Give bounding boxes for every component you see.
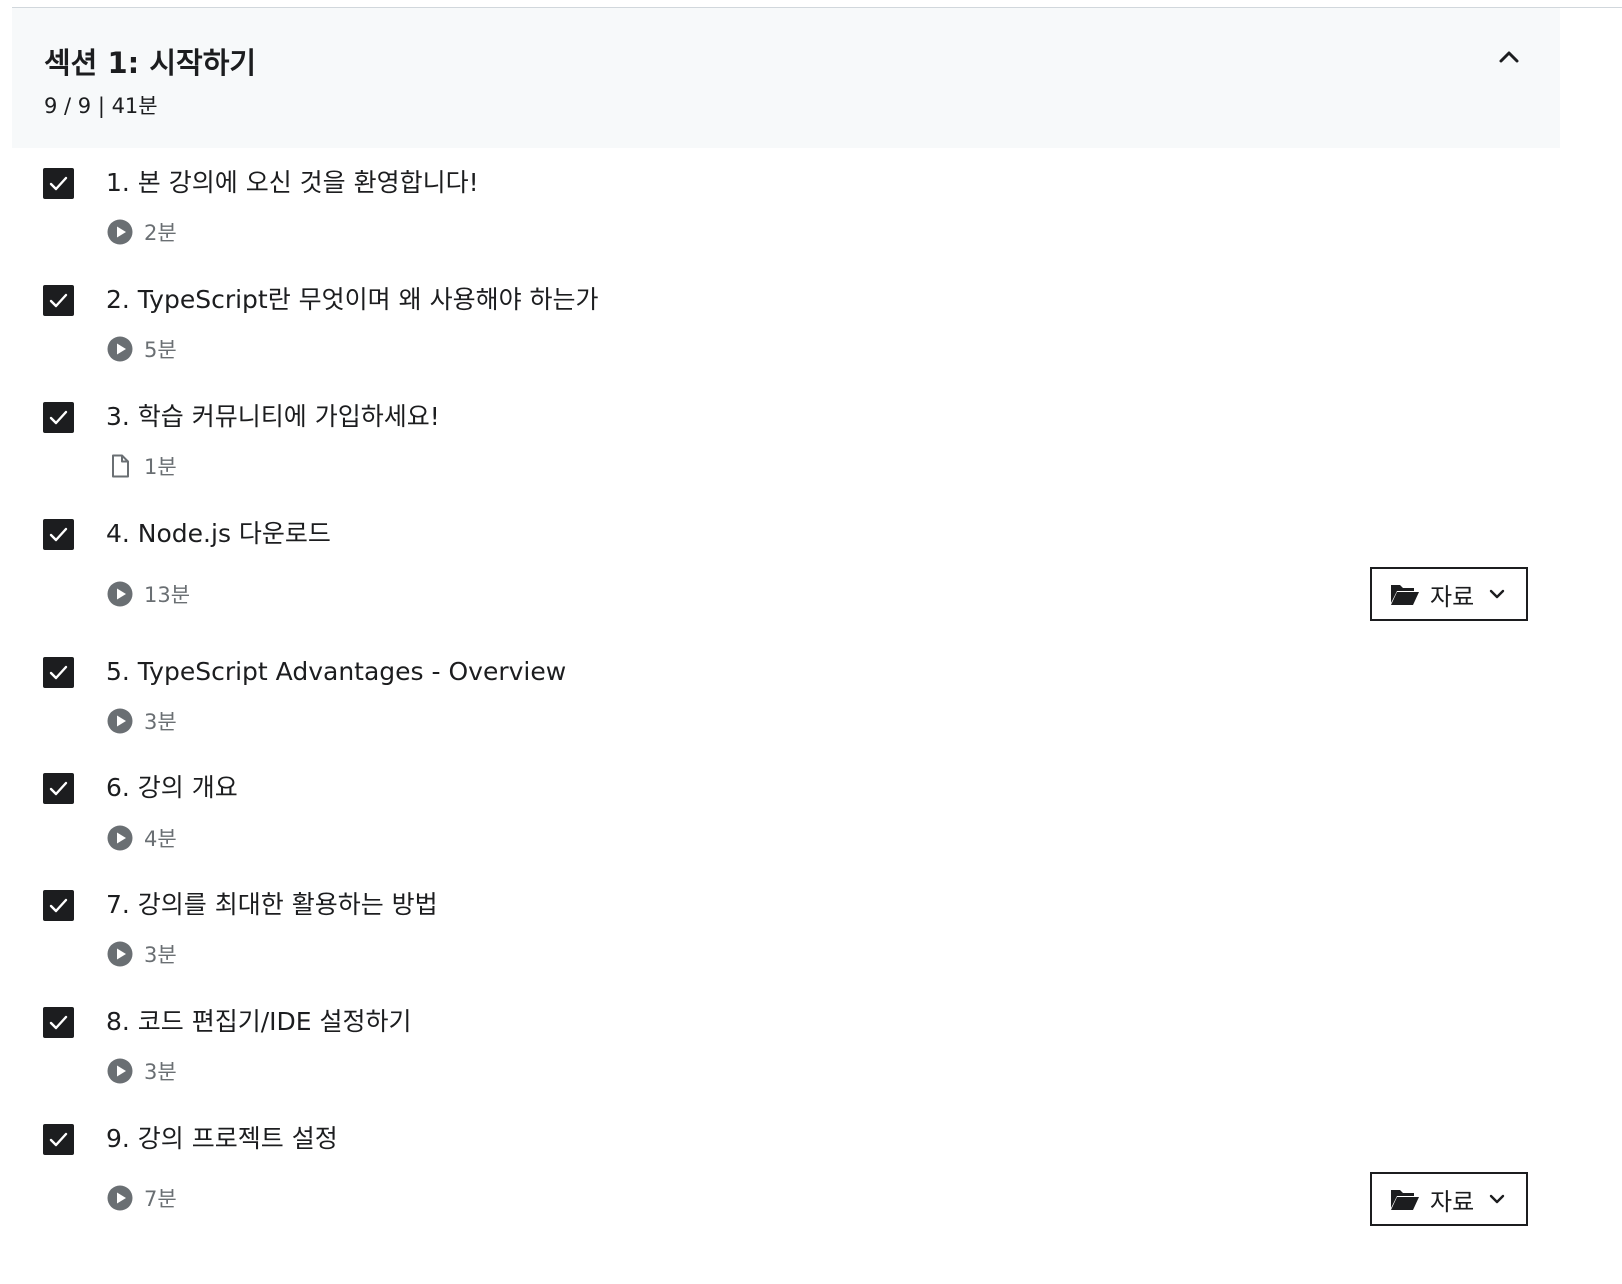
completed-checkbox[interactable]: [43, 519, 74, 550]
lecture-title[interactable]: 6. 강의 개요: [106, 775, 238, 800]
lecture-duration: 3분: [144, 710, 177, 734]
lecture-meta: 3분: [107, 940, 177, 968]
lecture-meta: 2분: [107, 218, 177, 246]
completed-checkbox[interactable]: [43, 1007, 74, 1038]
section-title: 섹션 1: 시작하기: [44, 46, 257, 80]
section-header[interactable]: 섹션 1: 시작하기 9 / 9 | 41분: [12, 8, 1560, 148]
completed-checkbox[interactable]: [43, 1124, 74, 1155]
chevron-down-icon: [1489, 1194, 1505, 1204]
resources-dropdown-button[interactable]: 자료: [1370, 567, 1528, 621]
play-circle-icon: [107, 708, 133, 734]
play-circle-icon: [107, 941, 133, 967]
lecture-duration: 7분: [144, 1187, 177, 1211]
lecture-meta: 4분: [107, 824, 177, 852]
play-circle-icon: [107, 825, 133, 851]
completed-checkbox[interactable]: [43, 773, 74, 804]
lecture-meta: 3분: [107, 707, 177, 735]
checkmark-icon: [49, 1132, 68, 1147]
lecture-title[interactable]: 7. 강의를 최대한 활용하는 방법: [106, 892, 438, 917]
play-circle-icon: [107, 219, 133, 245]
checkmark-icon: [49, 527, 68, 542]
lecture-title[interactable]: 3. 학습 커뮤니티에 가입하세요!: [106, 404, 440, 429]
lecture-title[interactable]: 1. 본 강의에 오신 것을 환영합니다!: [106, 170, 479, 195]
checkmark-icon: [49, 898, 68, 913]
play-circle-icon: [107, 1058, 133, 1084]
folder-open-icon: [1391, 585, 1419, 605]
section-progress: 9 / 9 | 41분: [44, 94, 158, 118]
play-circle-icon: [107, 581, 133, 607]
play-circle-icon: [107, 1185, 133, 1211]
checkmark-icon: [49, 781, 68, 796]
completed-checkbox[interactable]: [43, 402, 74, 433]
lecture-duration: 13분: [144, 583, 191, 607]
folder-open-icon: [1391, 1190, 1419, 1210]
completed-checkbox[interactable]: [43, 657, 74, 688]
file-icon: [112, 454, 129, 478]
lecture-title[interactable]: 8. 코드 편집기/IDE 설정하기: [106, 1009, 412, 1034]
lecture-duration: 3분: [144, 943, 177, 967]
resources-dropdown-button[interactable]: 자료: [1370, 1172, 1528, 1226]
lecture-duration: 1분: [144, 455, 177, 479]
lecture-duration: 2분: [144, 221, 177, 245]
completed-checkbox[interactable]: [43, 285, 74, 316]
chevron-down-icon: [1489, 589, 1505, 599]
checkmark-icon: [49, 665, 68, 680]
collapse-section-button[interactable]: [1494, 42, 1524, 72]
checkmark-icon: [49, 176, 68, 191]
lecture-title[interactable]: 5. TypeScript Advantages - Overview: [106, 659, 566, 684]
lecture-title[interactable]: 4. Node.js 다운로드: [106, 521, 331, 546]
checkmark-icon: [49, 410, 68, 425]
lecture-duration: 3분: [144, 1060, 177, 1084]
lecture-duration: 4분: [144, 827, 177, 851]
play-circle-icon: [107, 336, 133, 362]
lecture-title[interactable]: 9. 강의 프로젝트 설정: [106, 1126, 338, 1151]
lecture-duration: 5분: [144, 338, 177, 362]
lecture-title[interactable]: 2. TypeScript란 무엇이며 왜 사용해야 하는가: [106, 287, 599, 312]
course-content-panel: 섹션 1: 시작하기 9 / 9 | 41분 1. 본 강의에 오신 것을 환영…: [0, 0, 1622, 1284]
resources-label: 자료: [1430, 582, 1475, 611]
lecture-meta: 5분: [107, 335, 177, 363]
chevron-up-icon: [1499, 51, 1519, 63]
lecture-meta: 1분: [107, 452, 177, 480]
checkmark-icon: [49, 1015, 68, 1030]
completed-checkbox[interactable]: [43, 890, 74, 921]
lecture-meta: 13분: [107, 580, 190, 608]
lecture-meta: 3분: [107, 1057, 177, 1085]
lecture-meta: 7분: [107, 1184, 177, 1212]
completed-checkbox[interactable]: [43, 168, 74, 199]
resources-label: 자료: [1430, 1187, 1475, 1216]
checkmark-icon: [49, 293, 68, 308]
